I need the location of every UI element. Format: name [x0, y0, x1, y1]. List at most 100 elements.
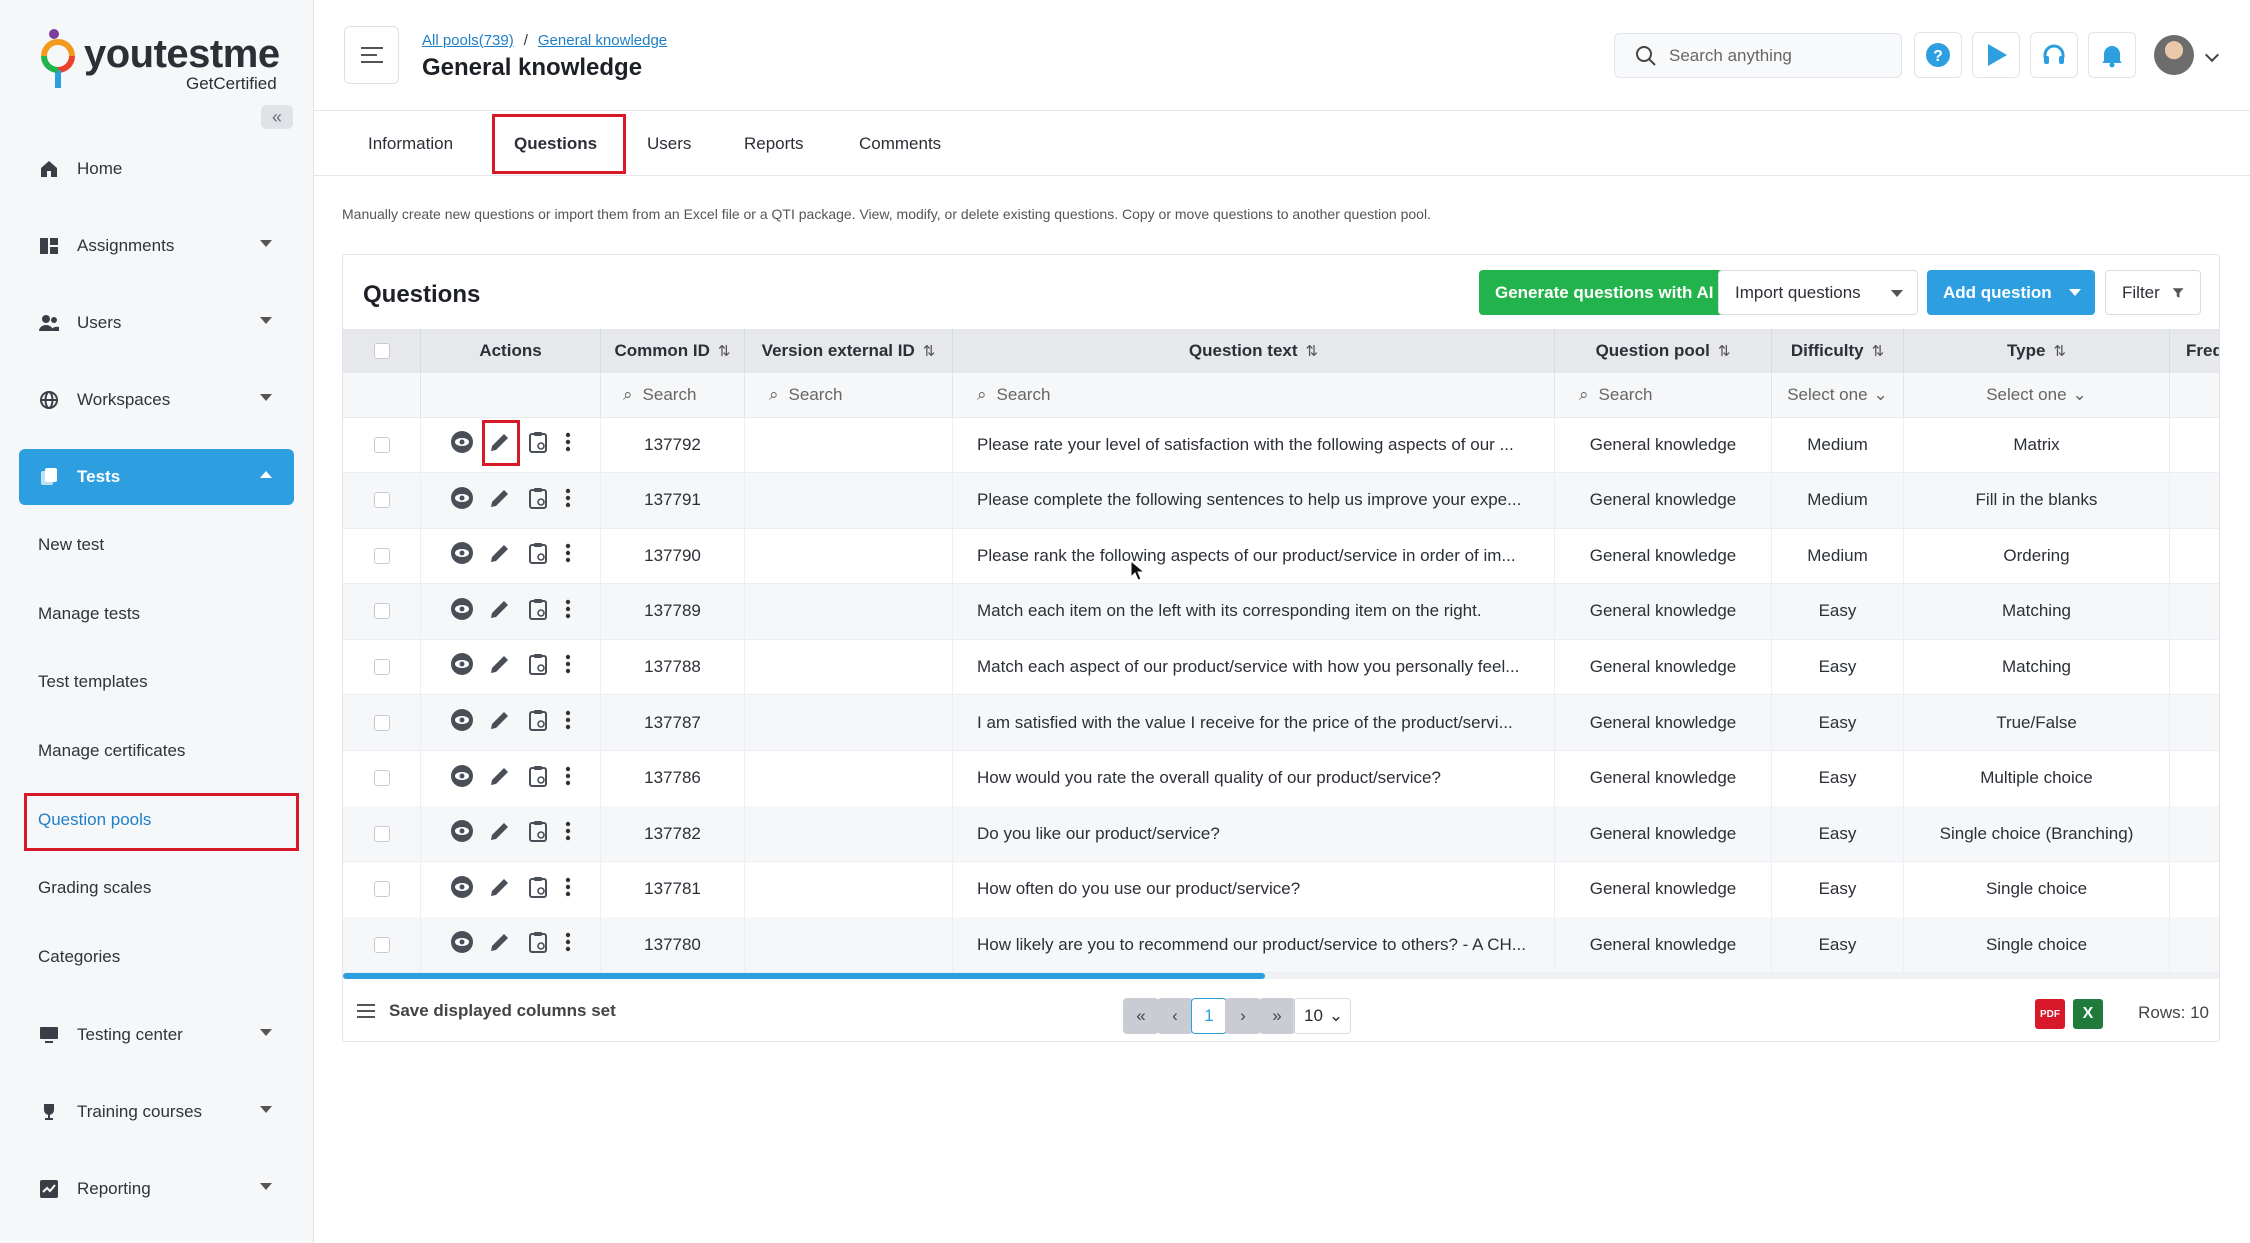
save-columns-button[interactable]: Save displayed columns set: [357, 1001, 616, 1021]
clipboard-icon[interactable]: [526, 541, 550, 570]
edit-icon[interactable]: [488, 819, 512, 848]
more-vertical-icon[interactable]: [564, 486, 572, 515]
sidebar-sub-new-test[interactable]: New test: [38, 535, 104, 555]
table-row[interactable]: 137791 Please complete the following sent…: [343, 472, 2219, 529]
current-page-button[interactable]: 1: [1191, 998, 1227, 1034]
import-questions-button[interactable]: Import questions: [1718, 270, 1918, 315]
sidebar-sub-manage-tests[interactable]: Manage tests: [38, 604, 140, 624]
export-pdf-icon[interactable]: PDF: [2035, 999, 2065, 1029]
notifications-button[interactable]: [2088, 32, 2136, 78]
sort-icon[interactable]: ⇅: [1718, 342, 1731, 360]
row-checkbox[interactable]: [373, 881, 390, 898]
help-button[interactable]: ?: [1914, 32, 1962, 78]
view-icon[interactable]: [450, 875, 474, 904]
row-checkbox[interactable]: [373, 658, 390, 675]
edit-icon[interactable]: [488, 652, 512, 681]
col-version-id[interactable]: Version external ID ⇅: [745, 329, 953, 373]
collapse-sidebar-button[interactable]: «: [261, 105, 293, 129]
sort-icon[interactable]: ⇅: [2053, 342, 2066, 360]
edit-icon[interactable]: [488, 597, 512, 626]
prev-page-button[interactable]: ‹: [1157, 998, 1193, 1034]
sidebar-item-users[interactable]: Users: [19, 295, 294, 351]
global-search-input[interactable]: Search anything: [1614, 33, 1902, 78]
sidebar-sub-grading-scales[interactable]: Grading scales: [38, 878, 151, 898]
avatar[interactable]: [2154, 35, 2194, 75]
tab-users[interactable]: Users: [647, 134, 691, 154]
sidebar-sub-manage-certificates[interactable]: Manage certificates: [38, 741, 185, 761]
col-frequency[interactable]: Frequ: [2170, 329, 2219, 373]
table-row[interactable]: 137782 Do you like our product/service? Ge…: [343, 806, 2219, 863]
view-icon[interactable]: [450, 430, 474, 459]
view-icon[interactable]: [450, 541, 474, 570]
sidebar-item-workspaces[interactable]: Workspaces: [19, 372, 294, 428]
clipboard-icon[interactable]: [526, 819, 550, 848]
clipboard-icon[interactable]: [526, 708, 550, 737]
view-icon[interactable]: [450, 486, 474, 515]
logo[interactable]: youtestme GetCertified: [40, 28, 280, 98]
clipboard-icon[interactable]: [526, 597, 550, 626]
more-vertical-icon[interactable]: [564, 652, 572, 681]
sort-icon[interactable]: ⇅: [1306, 342, 1319, 360]
clipboard-icon[interactable]: [526, 764, 550, 793]
clipboard-icon[interactable]: [526, 486, 550, 515]
sidebar-sub-categories[interactable]: Categories: [38, 947, 120, 967]
page-size-select[interactable]: 10 ⌄: [1293, 998, 1351, 1034]
sort-icon[interactable]: ⇅: [1872, 342, 1885, 360]
chevron-down-icon[interactable]: [2204, 47, 2220, 63]
col-type[interactable]: Type ⇅: [1904, 329, 2170, 373]
filter-type-select[interactable]: Select one ⌄: [1904, 373, 2170, 417]
sidebar-item-tests[interactable]: Tests: [19, 449, 294, 505]
filter-version-id[interactable]: ⌕ Search: [745, 373, 953, 417]
table-row[interactable]: 137790 Please rank the following aspects …: [343, 528, 2219, 585]
col-common-id[interactable]: Common ID ⇅: [601, 329, 745, 373]
edit-icon[interactable]: [488, 541, 512, 570]
support-button[interactable]: [2030, 32, 2078, 78]
sidebar-item-reporting[interactable]: Reporting: [19, 1161, 294, 1217]
col-difficulty[interactable]: Difficulty ⇅: [1772, 329, 1904, 373]
table-row[interactable]: 137780 How likely are you to recommend ou…: [343, 917, 2219, 974]
filter-question-text[interactable]: ⌕ Search: [953, 373, 1555, 417]
clipboard-icon[interactable]: [526, 430, 550, 459]
view-icon[interactable]: [450, 930, 474, 959]
generate-ai-button[interactable]: Generate questions with AI: [1479, 270, 1730, 315]
export-excel-icon[interactable]: X: [2073, 999, 2103, 1029]
view-icon[interactable]: [450, 764, 474, 793]
table-row[interactable]: 137781 How often do you use our product/s…: [343, 861, 2219, 918]
table-row[interactable]: 137786 How would you rate the overall qua…: [343, 750, 2219, 807]
tab-information[interactable]: Information: [368, 134, 453, 154]
col-question-pool[interactable]: Question pool ⇅: [1555, 329, 1772, 373]
first-page-button[interactable]: «: [1123, 998, 1159, 1034]
row-checkbox[interactable]: [373, 714, 390, 731]
more-vertical-icon[interactable]: [564, 597, 572, 626]
menu-toggle-button[interactable]: [344, 26, 399, 84]
more-vertical-icon[interactable]: [564, 708, 572, 737]
more-vertical-icon[interactable]: [564, 875, 572, 904]
table-row[interactable]: 137792 Please rate your level of satisfac…: [343, 417, 2219, 473]
edit-icon[interactable]: [488, 875, 512, 904]
sidebar-item-testing-center[interactable]: Testing center: [19, 1007, 294, 1063]
select-all-checkbox[interactable]: [373, 343, 390, 359]
edit-icon[interactable]: [488, 930, 512, 959]
filter-common-id[interactable]: ⌕ Search: [601, 373, 745, 417]
filter-difficulty-select[interactable]: Select one ⌄: [1772, 373, 1904, 417]
view-icon[interactable]: [450, 819, 474, 848]
col-question-text[interactable]: Question text ⇅: [953, 329, 1555, 373]
row-checkbox[interactable]: [373, 603, 390, 620]
row-checkbox[interactable]: [373, 436, 390, 453]
breadcrumb-general-knowledge[interactable]: General knowledge: [538, 32, 667, 49]
breadcrumb-all-pools[interactable]: All pools(739): [422, 32, 514, 49]
filter-question-pool[interactable]: ⌕ Search: [1555, 373, 1772, 417]
row-checkbox[interactable]: [373, 770, 390, 787]
tab-comments[interactable]: Comments: [859, 134, 941, 154]
clipboard-icon[interactable]: [526, 930, 550, 959]
table-row[interactable]: 137787 I am satisfied with the value I re…: [343, 695, 2219, 751]
sidebar-item-assignments[interactable]: Assignments: [19, 218, 294, 274]
more-vertical-icon[interactable]: [564, 430, 572, 459]
more-vertical-icon[interactable]: [564, 541, 572, 570]
play-tutorial-button[interactable]: [1972, 32, 2020, 78]
clipboard-icon[interactable]: [526, 875, 550, 904]
more-vertical-icon[interactable]: [564, 930, 572, 959]
row-checkbox[interactable]: [373, 492, 390, 509]
more-vertical-icon[interactable]: [564, 764, 572, 793]
edit-icon[interactable]: [481, 420, 520, 466]
